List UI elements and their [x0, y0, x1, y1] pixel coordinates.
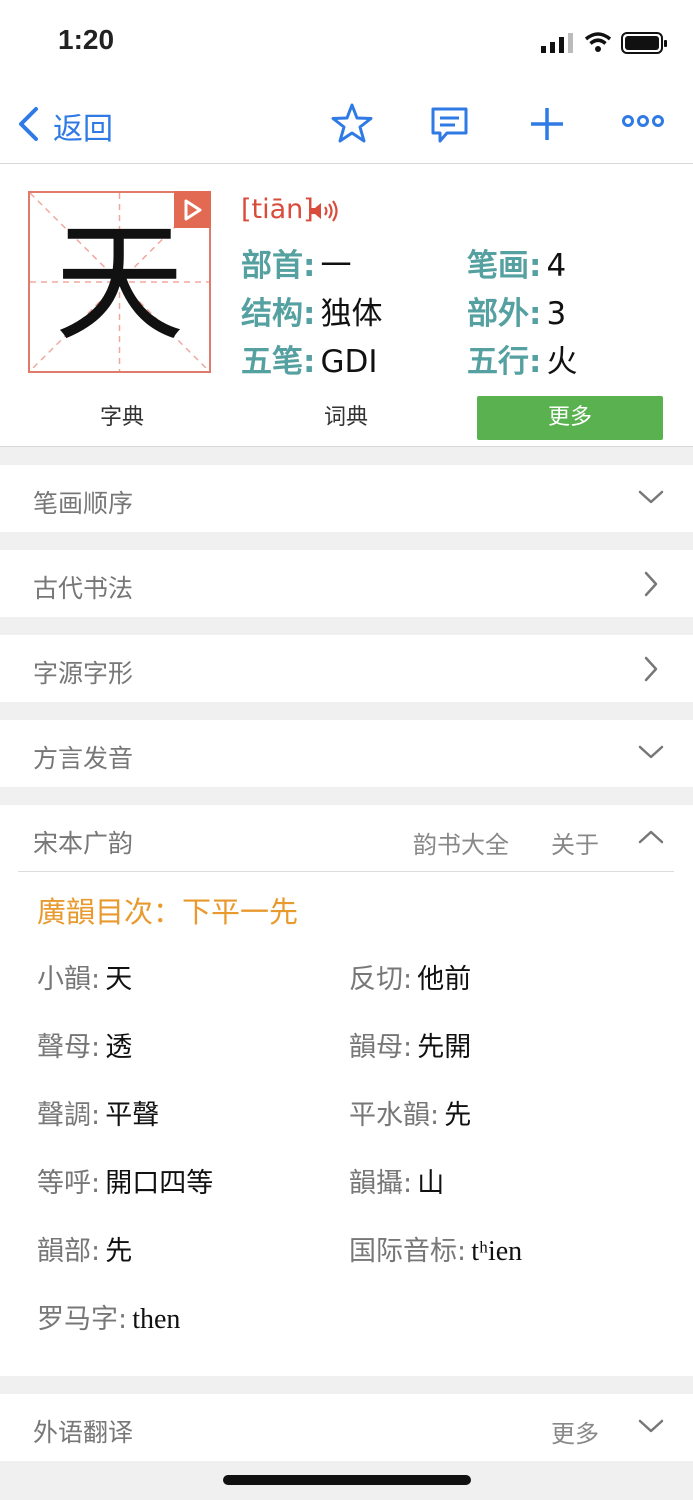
- chevron-up-icon: [638, 830, 664, 844]
- status-bar: 1:20: [0, 0, 693, 88]
- prop-extra-strokes: 部外: 3: [467, 296, 567, 332]
- tab-cidian[interactable]: 词典: [253, 396, 439, 440]
- prop-wubi: 五笔: GDI: [241, 344, 378, 380]
- pinyin: [tiān]: [241, 194, 314, 225]
- home-indicator[interactable]: [223, 1475, 471, 1485]
- guangyun-heading: 廣韻目次：下平一先: [37, 895, 299, 929]
- section-dialect[interactable]: 方言发音: [0, 720, 693, 787]
- gy-row-shengdiao: 聲調: 平聲: [37, 1100, 160, 1131]
- tab-more[interactable]: 更多: [477, 396, 663, 440]
- prop-strokes: 笔画: 4: [467, 248, 567, 284]
- cellular-signal-icon: [541, 33, 573, 53]
- gy-row-denghu: 等呼: 開口四等: [37, 1168, 214, 1199]
- chevron-right-icon: [644, 571, 658, 597]
- section-calligraphy[interactable]: 古代书法: [0, 550, 693, 617]
- translation-more-link[interactable]: 更多: [551, 1414, 599, 1449]
- battery-icon: [621, 32, 667, 54]
- gy-row-fanqie: 反切: 他前: [349, 964, 472, 995]
- comment-icon[interactable]: [430, 106, 470, 146]
- status-time: 1:20: [58, 24, 115, 55]
- speaker-icon[interactable]: [309, 200, 339, 222]
- back-label: 返回: [53, 112, 113, 147]
- play-icon: [184, 199, 202, 221]
- gy-row-ipa: 国际音标: tʰien: [349, 1236, 523, 1267]
- tab-zidian[interactable]: 字典: [29, 396, 215, 440]
- guangyun-header[interactable]: 宋本广韵 韵书大全 关于: [0, 805, 693, 871]
- gy-row-xiaoyun: 小韻: 天: [37, 964, 133, 995]
- gy-row-shengmu: 聲母: 透: [37, 1032, 133, 1063]
- chevron-down-icon: [638, 745, 664, 759]
- about-link[interactable]: 关于: [551, 825, 599, 860]
- section-title: 宋本广韵: [33, 829, 134, 858]
- prop-radical: 部首: 一: [241, 248, 352, 284]
- section-title: 古代书法: [33, 574, 134, 603]
- gy-row-yunmu: 韻母: 先開: [349, 1032, 472, 1063]
- gy-row-pingshuiyun: 平水韻: 先: [349, 1100, 472, 1131]
- chevron-left-icon: [19, 107, 38, 141]
- chevron-down-icon: [638, 1419, 664, 1433]
- wifi-icon: [584, 32, 612, 52]
- section-title: 笔画顺序: [33, 489, 134, 518]
- rhyme-books-link[interactable]: 韵书大全: [413, 825, 509, 860]
- prop-structure: 结构: 独体: [241, 296, 383, 332]
- gy-row-yunbu: 韻部: 先: [37, 1236, 133, 1267]
- prop-five-elements: 五行: 火: [467, 344, 578, 380]
- chevron-right-icon: [644, 656, 658, 682]
- star-icon[interactable]: [331, 102, 373, 144]
- divider: [18, 871, 674, 872]
- gy-row-yunshe: 韻攝: 山: [349, 1168, 445, 1199]
- section-stroke-order[interactable]: 笔画顺序: [0, 465, 693, 532]
- play-stroke-button[interactable]: [174, 191, 211, 228]
- section-etymology[interactable]: 字源字形: [0, 635, 693, 702]
- add-icon[interactable]: [529, 106, 565, 142]
- section-title: 字源字形: [33, 659, 134, 688]
- section-title: 外语翻译: [33, 1418, 134, 1447]
- chevron-down-icon: [638, 490, 664, 504]
- section-translation[interactable]: 外语翻译 更多: [0, 1394, 693, 1461]
- section-title: 方言发音: [33, 744, 134, 773]
- character-card: 天 [tiān] 部首: 一 笔画: 4 结构: 独体 部外: 3 五笔: GD…: [0, 164, 693, 447]
- back-button[interactable]: 返回: [14, 102, 124, 148]
- gy-row-romanization: 罗马字: then: [37, 1304, 181, 1335]
- more-icon[interactable]: [622, 114, 664, 128]
- navigation-bar: 返回: [0, 88, 693, 164]
